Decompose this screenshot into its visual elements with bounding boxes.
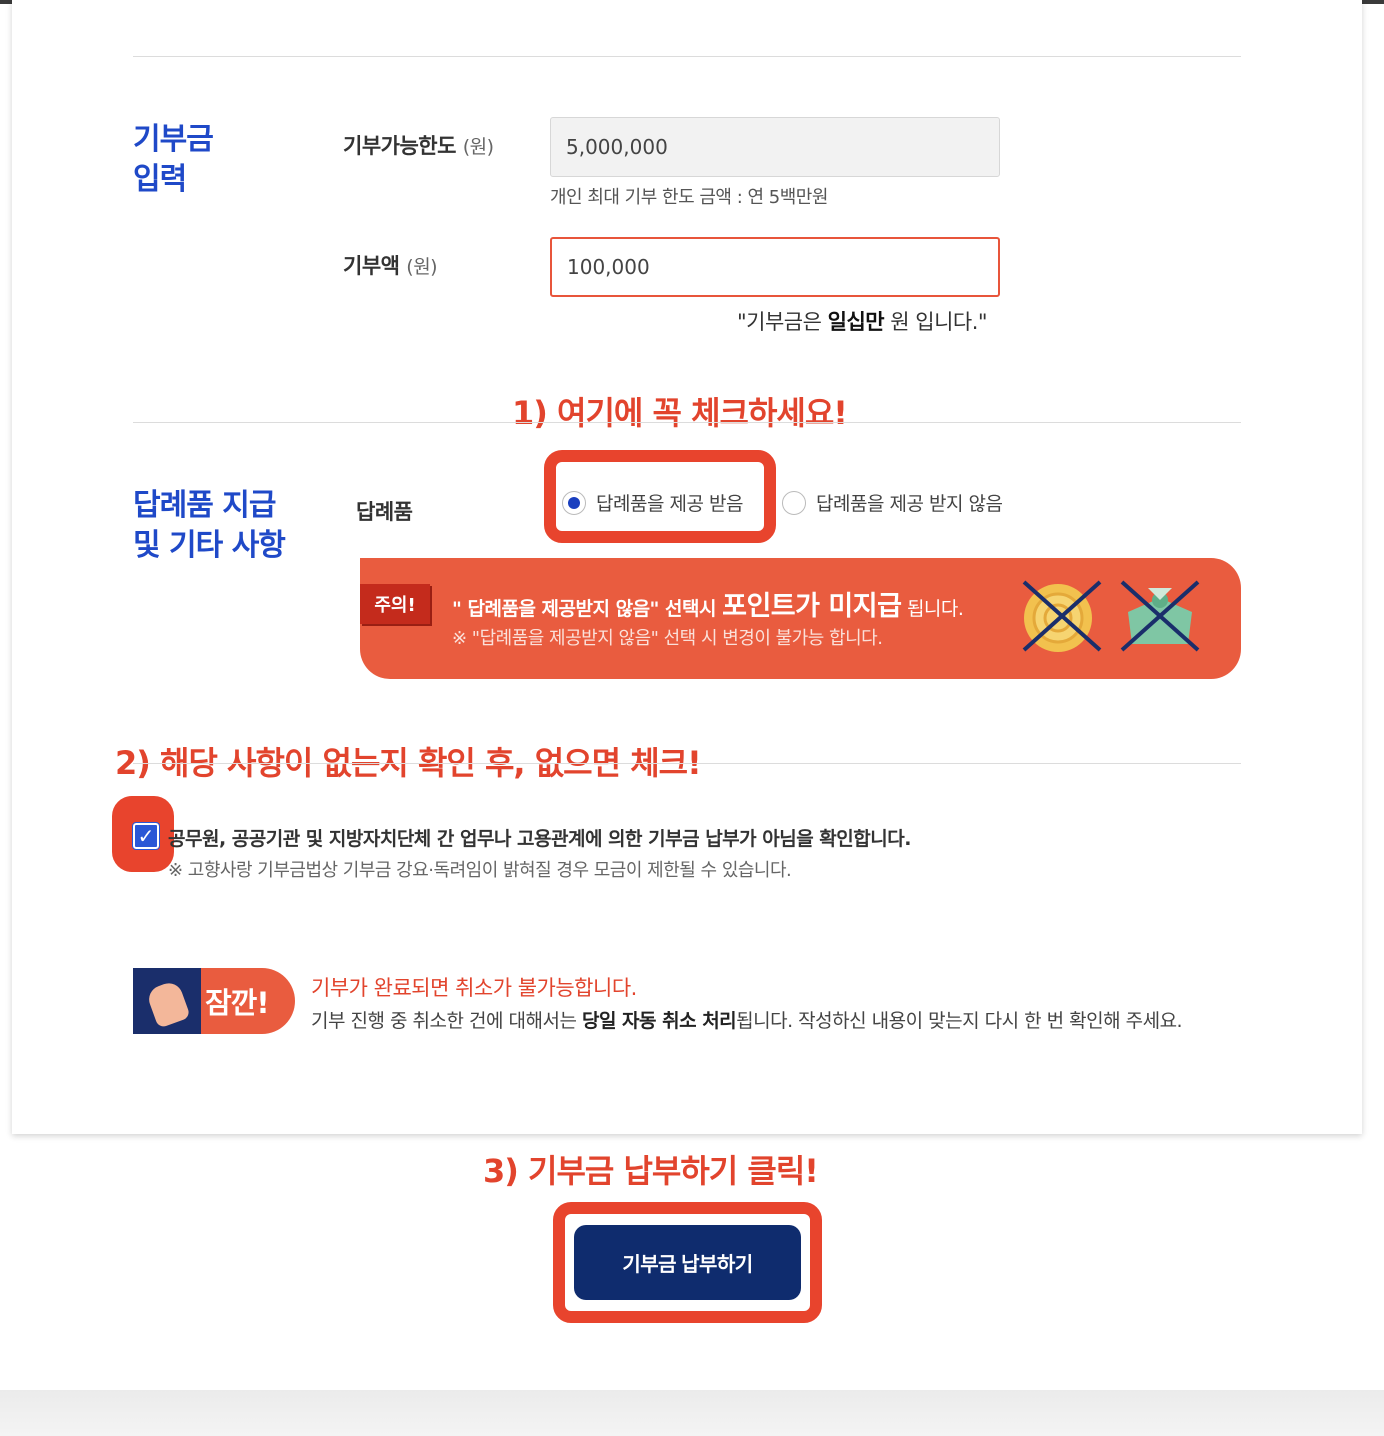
amount-text-bold: 일십만 [827, 310, 885, 334]
amount-label: 기부액 [343, 254, 400, 278]
limit-unit: (원) [462, 136, 494, 158]
warning-line1-emphasis: 포인트가 미지급 [722, 591, 902, 622]
warning-line1-pre: " 답례품을 제공받지 않음" 선택시 [452, 598, 723, 620]
notice-desc-post: 됩니다. 작성하신 내용이 맞는지 다시 한 번 확인해 주세요. [736, 1010, 1183, 1032]
divider [133, 422, 1241, 423]
radio-unchecked-icon[interactable] [782, 490, 806, 515]
confirm-checkbox[interactable]: ✓ [132, 822, 160, 850]
hand-wave-icon [133, 968, 201, 1034]
donate-submit-button[interactable]: 기부금 납부하기 [574, 1225, 801, 1300]
notice-badge: 잠깐! [133, 968, 295, 1034]
divider [133, 763, 1241, 764]
amount-text-pre: "기부금은 [737, 310, 828, 334]
radio-gift-decline-label: 답례품을 제공 받지 않음 [816, 493, 1003, 515]
radio-checked-icon[interactable] [562, 490, 586, 515]
annotation-step2: 2) 해당 사항이 없는지 확인 후, 없으면 체크! [115, 744, 702, 782]
limit-value: 5,000,000 [566, 135, 668, 159]
confirm-note: ※ 고향사랑 기부금법상 기부금 강요·독려임이 밝혀질 경우 모금이 제한될 … [168, 860, 792, 881]
notice-desc-bold: 당일 자동 취소 처리 [581, 1010, 737, 1032]
warning-banner: 주의! " 답례품을 제공받지 않음" 선택시 포인트가 미지급 됩니다. ※ … [360, 558, 1241, 679]
radio-gift-receive[interactable]: 답례품을 제공 받음 [562, 489, 743, 516]
notice-desc-pre: 기부 진행 중 취소한 건에 대해서는 [311, 1010, 582, 1032]
gift-label: 답례품 [356, 500, 413, 524]
amount-unit: (원) [406, 256, 438, 278]
amount-text-post: 원 입니다." [884, 310, 988, 334]
limit-hint: 개인 최대 기부 한도 금액 : 연 5백만원 [550, 187, 828, 208]
warning-line2: ※ "답례품을 제공받지 않음" 선택 시 변경이 불가능 합니다. [452, 628, 883, 649]
divider [133, 56, 1241, 57]
warning-line1: " 답례품을 제공받지 않음" 선택시 포인트가 미지급 됩니다. [452, 584, 964, 623]
section-title-donation: 기부금 입력 [133, 122, 214, 197]
annotation-step1: 1) 여기에 꼭 체크하세요! [512, 394, 848, 432]
limit-label-row: 기부가능한도 (원) [343, 130, 494, 160]
notice-title: 기부가 완료되면 취소가 불가능합니다. [311, 976, 637, 1000]
footer-bar [0, 1390, 1384, 1436]
notice-badge-label: 잠깐! [205, 986, 270, 1020]
radio-gift-decline[interactable]: 답례품을 제공 받지 않음 [782, 489, 1003, 516]
radio-gift-receive-label: 답례품을 제공 받음 [596, 493, 743, 515]
confirm-text: 공무원, 공공기관 및 지방자치단체 간 업무나 고용관계에 의한 기부금 납부… [168, 828, 911, 850]
coin-crossed-icon [1022, 580, 1102, 652]
amount-input[interactable]: 100,000 [550, 237, 1000, 297]
amount-label-row: 기부액 (원) [343, 250, 438, 280]
notice-desc: 기부 진행 중 취소한 건에 대해서는 당일 자동 취소 처리됩니다. 작성하신… [311, 1006, 1183, 1033]
gift-crossed-icon [1120, 580, 1200, 652]
annotation-step3: 3) 기부금 납부하기 클릭! [483, 1152, 819, 1190]
section-title-gift: 답례품 지급 및 기타 사항 [133, 488, 286, 563]
limit-field: 5,000,000 [550, 117, 1000, 177]
warning-line1-post: 됩니다. [901, 598, 964, 620]
check-icon: ✓ [137, 824, 155, 848]
amount-korean-text: "기부금은 일십만 원 입니다." [737, 306, 988, 336]
warning-tag: 주의! [360, 584, 430, 624]
amount-value: 100,000 [567, 255, 650, 279]
limit-label: 기부가능한도 [343, 134, 456, 158]
